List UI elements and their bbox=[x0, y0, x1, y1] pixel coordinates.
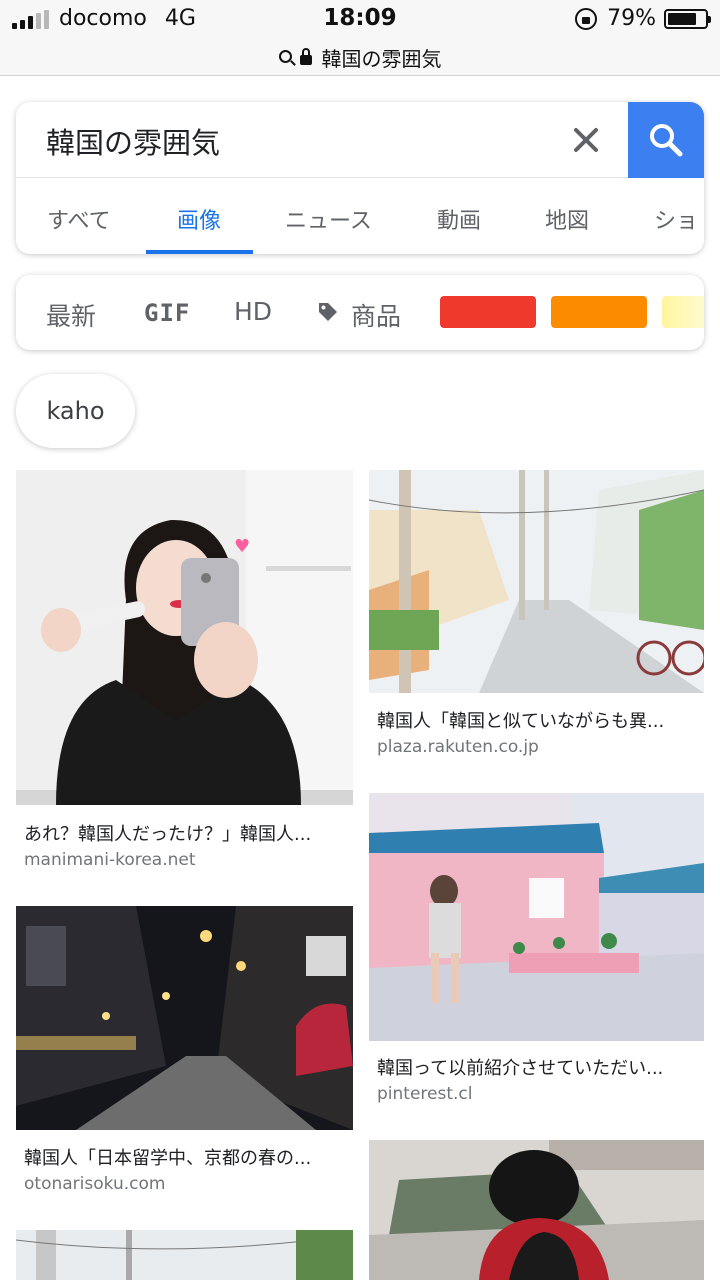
tab-videos[interactable]: 動画 bbox=[437, 203, 481, 235]
tab-news[interactable]: ニュース bbox=[285, 203, 372, 235]
search-button[interactable] bbox=[628, 102, 704, 178]
result-thumbnail[interactable] bbox=[369, 793, 704, 1041]
image-result[interactable]: 韓国人「韓国と似ていながらも異... plaza.rakuten.co.jp bbox=[369, 470, 704, 760]
result-title[interactable]: 韓国人「日本留学中、京都の春の... bbox=[24, 1144, 311, 1170]
status-right: 79% bbox=[575, 6, 711, 31]
image-result[interactable]: 韓国人「日本留学中、京都の春の... otonarisoku.com bbox=[16, 906, 353, 1206]
result-thumbnail[interactable] bbox=[16, 1230, 353, 1280]
image-result[interactable]: ♥ あれ？韓国人だったけ？」韓国人... manimani-korea.net bbox=[16, 470, 353, 870]
result-source: otonarisoku.com bbox=[24, 1174, 166, 1194]
status-bar: docomo 4G 18:09 79% bbox=[0, 0, 720, 40]
url-text: 韓国の雰囲気 bbox=[321, 47, 442, 71]
result-title[interactable]: あれ？韓国人だったけ？」韓国人... bbox=[24, 820, 311, 846]
search-box[interactable]: 韓国の雰囲気 bbox=[16, 102, 704, 178]
result-source: plaza.rakuten.co.jp bbox=[377, 737, 539, 757]
suggestion-chip[interactable]: kaho bbox=[16, 374, 135, 448]
search-icon bbox=[650, 124, 683, 157]
result-thumbnail[interactable] bbox=[369, 1140, 704, 1280]
filter-gif[interactable]: GIF bbox=[144, 299, 190, 327]
tab-maps[interactable]: 地図 bbox=[545, 203, 589, 235]
result-image bbox=[16, 1230, 353, 1280]
result-image bbox=[369, 470, 704, 693]
result-image: ♥ bbox=[16, 470, 353, 805]
color-filter-yellow[interactable] bbox=[662, 296, 704, 328]
filter-latest[interactable]: 最新 bbox=[46, 297, 96, 333]
search-input[interactable]: 韓国の雰囲気 bbox=[46, 120, 220, 162]
result-source: manimani-korea.net bbox=[24, 850, 196, 870]
filter-hd[interactable]: HD bbox=[234, 297, 272, 326]
close-icon bbox=[574, 128, 598, 152]
result-title[interactable]: 韓国人「韓国と似ていながらも異... bbox=[377, 707, 664, 733]
result-image bbox=[369, 793, 704, 1041]
url-bar[interactable]: 韓国の雰囲気 bbox=[0, 40, 720, 76]
search-icon bbox=[278, 50, 292, 63]
battery-percent: 79% bbox=[607, 6, 656, 31]
filter-bar: 最新 GIF HD 商品 bbox=[16, 275, 704, 350]
rotation-lock-icon bbox=[575, 7, 598, 30]
color-filter-red[interactable] bbox=[440, 296, 536, 328]
color-filter-orange[interactable] bbox=[551, 296, 647, 328]
result-thumbnail[interactable] bbox=[369, 470, 704, 693]
result-image bbox=[369, 1140, 704, 1280]
result-thumbnail[interactable]: ♥ bbox=[16, 470, 353, 805]
result-title[interactable]: 韓国って以前紹介させていただい... bbox=[377, 1054, 663, 1080]
tab-shopping[interactable]: ショ bbox=[654, 203, 698, 235]
image-result[interactable] bbox=[369, 1140, 704, 1280]
tab-all[interactable]: すべて bbox=[47, 203, 111, 235]
result-source: pinterest.cl bbox=[377, 1084, 473, 1104]
svg-text:♥: ♥ bbox=[234, 536, 250, 557]
lock-icon bbox=[299, 47, 312, 65]
tag-icon bbox=[319, 303, 337, 321]
battery-icon bbox=[664, 8, 711, 29]
tab-images[interactable]: 画像 bbox=[177, 203, 221, 235]
result-image bbox=[16, 906, 353, 1130]
search-tabs: すべて 画像 ニュース 動画 地図 ショ bbox=[16, 179, 704, 254]
search-card: 韓国の雰囲気 すべて 画像 ニュース 動画 地図 ショ bbox=[16, 102, 704, 254]
filter-products[interactable]: 商品 bbox=[351, 297, 401, 333]
clear-search-button[interactable] bbox=[564, 116, 608, 164]
image-result[interactable]: 韓国って以前紹介させていただい... pinterest.cl bbox=[369, 793, 704, 1113]
result-thumbnail[interactable] bbox=[16, 906, 353, 1130]
active-tab-indicator bbox=[146, 250, 253, 254]
image-result[interactable] bbox=[16, 1230, 353, 1280]
